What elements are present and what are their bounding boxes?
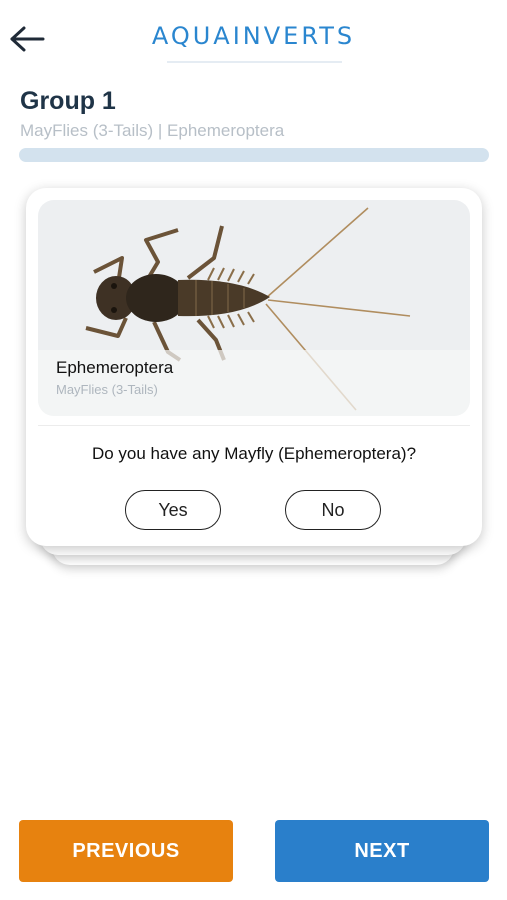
title-underline xyxy=(167,61,342,63)
question-text: Do you have any Mayfly (Ephemeroptera)? xyxy=(91,444,417,463)
yes-button[interactable]: Yes xyxy=(125,490,221,530)
caption-subtitle: MayFlies (3-Tails) xyxy=(56,382,158,397)
next-button[interactable]: NEXT xyxy=(275,820,489,882)
card-divider xyxy=(38,425,470,426)
caption-title: Ephemeroptera xyxy=(56,358,174,377)
progress-bar xyxy=(19,148,489,162)
no-button[interactable]: No xyxy=(285,490,381,530)
group-title: Group 1 xyxy=(20,87,116,115)
question-card: Ephemeroptera MayFlies (3-Tails) Do you … xyxy=(26,188,482,546)
group-subtitle: MayFlies (3-Tails) | Ephemeroptera xyxy=(20,121,285,140)
app-title: AQUAINVERTS xyxy=(151,22,356,50)
previous-button[interactable]: PREVIOUS xyxy=(19,820,233,882)
